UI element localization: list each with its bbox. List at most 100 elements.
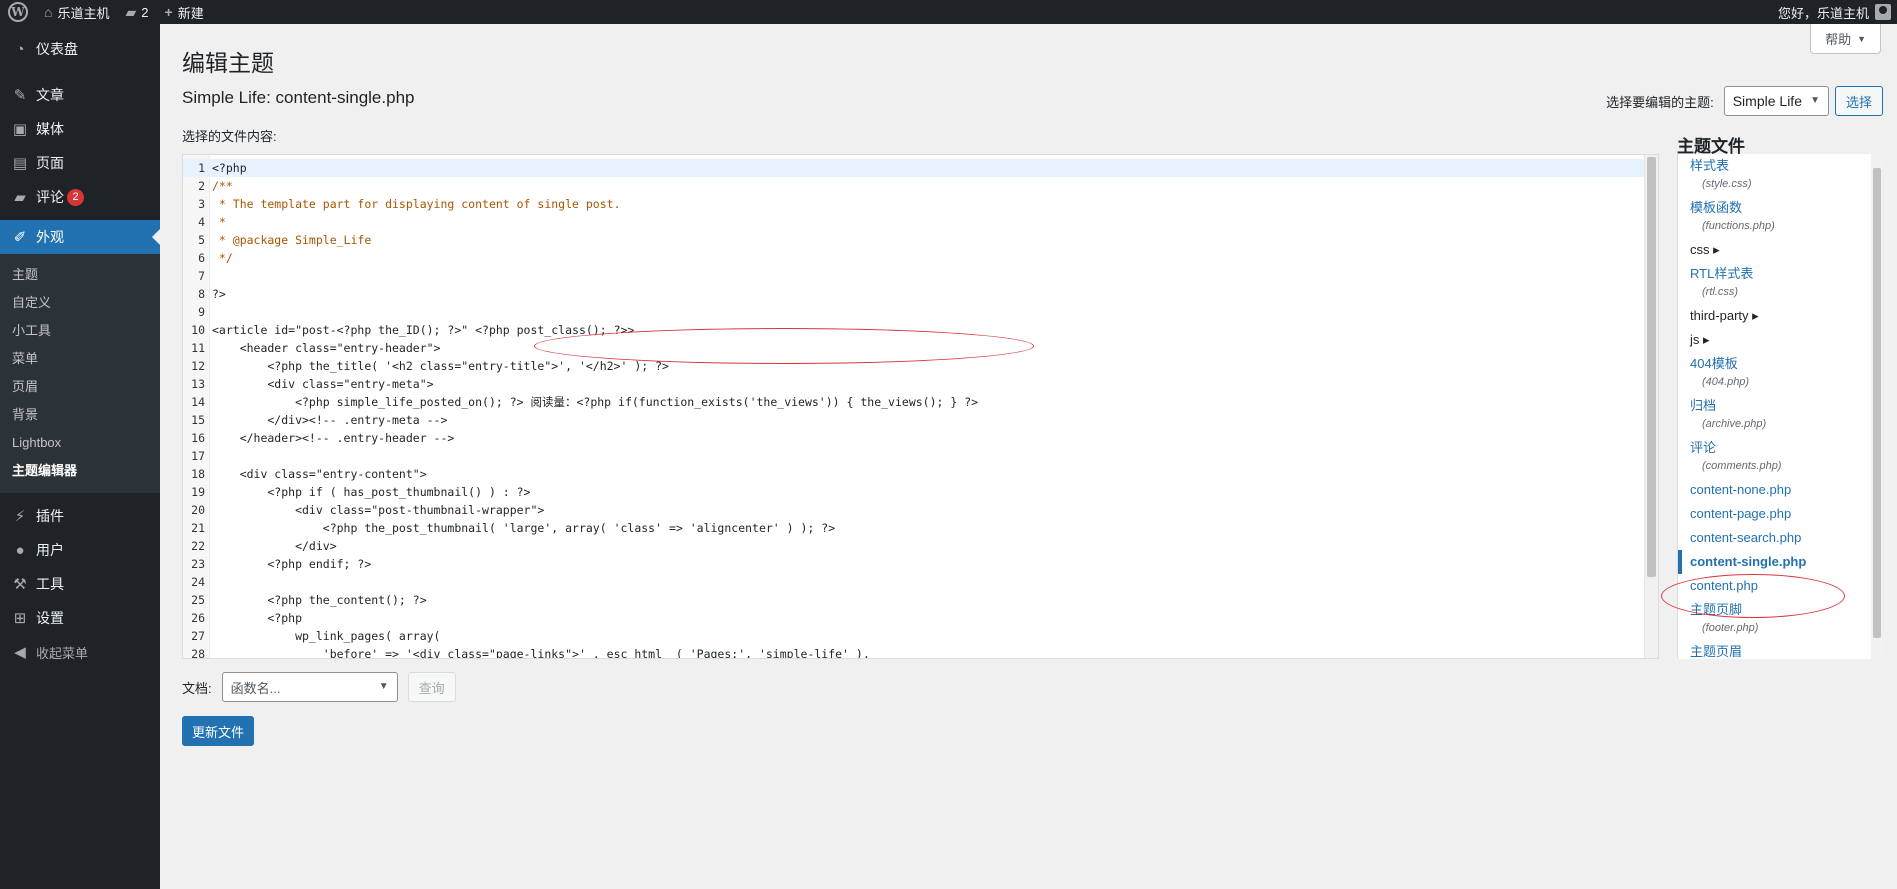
code-line[interactable]: 24 [183, 573, 1658, 591]
menu-tools[interactable]: ⚒ 工具 [0, 567, 160, 601]
file-item[interactable]: content-search.php [1678, 526, 1883, 550]
code-line[interactable]: 9 [183, 303, 1658, 321]
folder-item[interactable]: js ▸ [1678, 328, 1883, 352]
function-name-select[interactable]: 函数名... ▼ [221, 672, 398, 702]
code-text: <?php [212, 161, 247, 175]
help-label: 帮助 [1825, 32, 1852, 47]
submenu-customize[interactable]: 自定义 [0, 289, 160, 317]
file-item[interactable]: 归档 (archive.php) [1678, 394, 1883, 436]
code-line[interactable]: 8 ?> [183, 285, 1658, 303]
line-number: 24 [191, 575, 205, 589]
update-file-button[interactable]: 更新文件 [182, 716, 255, 746]
collapse-menu-button[interactable]: ◀ 收起菜单 [0, 635, 160, 669]
code-line[interactable]: 3 * The template part for displaying con… [183, 195, 1658, 213]
line-number: 23 [191, 557, 205, 571]
file-item[interactable]: 主题页脚 (footer.php) [1678, 598, 1883, 640]
theme-select[interactable]: Simple Life ▼ [1723, 86, 1829, 116]
editor-scroll-thumb[interactable] [1647, 157, 1656, 577]
menu-pages[interactable]: ▤ 页面 [0, 146, 160, 180]
menu-users[interactable]: ● 用户 [0, 533, 160, 567]
file-item[interactable]: 评论 (comments.php) [1678, 436, 1883, 478]
comments-link[interactable]: ▰ 2 [117, 0, 156, 24]
file-item[interactable]: content-single.php [1678, 550, 1883, 574]
menu-media[interactable]: ▣ 媒体 [0, 112, 160, 146]
code-line[interactable]: 21 <?php the_post_thumbnail( 'large', ar… [183, 519, 1658, 537]
file-item[interactable]: content.php [1678, 574, 1883, 598]
code-line[interactable]: 11 <header class="entry-header"> [183, 339, 1658, 357]
editor-scrollbar[interactable] [1644, 155, 1658, 658]
code-line[interactable]: 5 * @package Simple_Life [183, 231, 1658, 249]
code-line[interactable]: 22 </div> [183, 537, 1658, 555]
code-editor[interactable]: 1 <?php 2 /** 3 * The template part for disp… [182, 154, 1659, 659]
folder-item[interactable]: third-party ▸ [1678, 304, 1883, 328]
menu-posts[interactable]: ✎ 文章 [0, 78, 160, 112]
file-item[interactable]: content-none.php [1678, 478, 1883, 502]
code-line[interactable]: 27 wp_link_pages( array( [183, 627, 1658, 645]
help-tab-button[interactable]: 帮助 ▼ [1810, 24, 1881, 54]
code-line[interactable]: 12 <?php the_title( '<h2 class="entry-ti… [183, 357, 1658, 375]
lookup-button[interactable]: 查询 [407, 672, 456, 702]
code-line[interactable]: 26 <?php [183, 609, 1658, 627]
code-line[interactable]: 14 <?php simple_life_posted_on(); ?> 阅读量… [183, 393, 1658, 411]
code-text: ?> [212, 287, 226, 301]
line-number: 1 [198, 161, 205, 175]
file-item[interactable]: content-page.php [1678, 502, 1883, 526]
line-number: 9 [198, 305, 205, 319]
menu-appearance[interactable]: ✐ 外观 [0, 220, 160, 254]
code-line[interactable]: 7 [183, 267, 1658, 285]
code-text: <header class="entry-header"> [212, 341, 441, 355]
code-line[interactable]: 18 <div class="entry-content"> [183, 465, 1658, 483]
caret-down-icon: ▼ [1857, 33, 1866, 44]
code-line[interactable]: 2 /** [183, 177, 1658, 195]
code-line[interactable]: 13 <div class="entry-meta"> [183, 375, 1658, 393]
code-line[interactable]: 28 'before' => '<div class="page-links">… [183, 645, 1658, 658]
wp-logo-button[interactable]: W [0, 0, 36, 24]
code-line[interactable]: 16 </header><!-- .entry-header --> [183, 429, 1658, 447]
code-text: <?php the_title( '<h2 class="entry-title… [212, 359, 669, 373]
line-number: 15 [191, 413, 205, 427]
files-scroll-thumb[interactable] [1873, 168, 1881, 638]
file-item[interactable]: 样式表 (style.css) [1678, 154, 1883, 196]
file-item[interactable]: RTL样式表 (rtl.css) [1678, 262, 1883, 304]
code-line[interactable]: 19 <?php if ( has_post_thumbnail() ) : ?… [183, 483, 1658, 501]
folder-item[interactable]: css ▸ [1678, 238, 1883, 262]
file-item[interactable]: 模板函数 (functions.php) [1678, 196, 1883, 238]
code-line[interactable]: 17 [183, 447, 1658, 465]
code-line[interactable]: 15 </div><!-- .entry-meta --> [183, 411, 1658, 429]
submenu-header[interactable]: 页眉 [0, 373, 160, 401]
file-item[interactable]: 主题页眉(header.php) [1678, 640, 1883, 659]
submenu-lightbox[interactable]: Lightbox [0, 429, 160, 457]
code-line[interactable]: 20 <div class="post-thumbnail-wrapper"> [183, 501, 1658, 519]
menu-comments[interactable]: ▰ 评论 2 [0, 180, 160, 214]
submenu-theme-editor[interactable]: 主题编辑器 [0, 457, 160, 485]
code-line[interactable]: 4 * [183, 213, 1658, 231]
menu-label: 页面 [36, 155, 64, 171]
new-content-link[interactable]: + 新建 [157, 0, 212, 24]
line-number: 20 [191, 503, 205, 517]
my-account-link[interactable]: 您好，乐道主机 [1770, 0, 1897, 24]
wordpress-icon: W [8, 2, 28, 22]
submenu-menus[interactable]: 菜单 [0, 345, 160, 373]
menu-label: 设置 [36, 610, 64, 626]
line-number: 13 [191, 377, 205, 391]
main-content: 帮助 ▼ 编辑主题 Simple Life: content-single.php… [160, 24, 1897, 889]
file-item[interactable]: 404模板 (404.php) [1678, 352, 1883, 394]
code-line[interactable]: 25 <?php the_content(); ?> [183, 591, 1658, 609]
code-line[interactable]: 1 <?php [183, 159, 1658, 177]
code-line[interactable]: 23 <?php endif; ?> [183, 555, 1658, 573]
menu-plugins[interactable]: ⚡ 插件 [0, 499, 160, 533]
paintbrush-icon: ✐ [13, 229, 27, 246]
file-items: 样式表 (style.css) 模板函数 (functions.php) css ▸ RT… [1678, 154, 1883, 659]
line-number: 10 [191, 323, 205, 337]
code-line[interactable]: 10 <article id="post-<?php the_ID(); ?>" … [183, 321, 1658, 339]
menu-dashboard[interactable]: ◔ 仪表盘 [0, 32, 160, 66]
code-line[interactable]: 6 */ [183, 249, 1658, 267]
site-name-link[interactable]: ⌂ 乐道主机 [36, 0, 117, 24]
submenu-background[interactable]: 背景 [0, 401, 160, 429]
submenu-widgets[interactable]: 小工具 [0, 317, 160, 345]
menu-settings[interactable]: ⊞ 设置 [0, 601, 160, 635]
submenu-themes[interactable]: 主题 [0, 261, 160, 289]
select-theme-button[interactable]: 选择 [1834, 86, 1883, 116]
files-scrollbar[interactable] [1871, 154, 1883, 659]
